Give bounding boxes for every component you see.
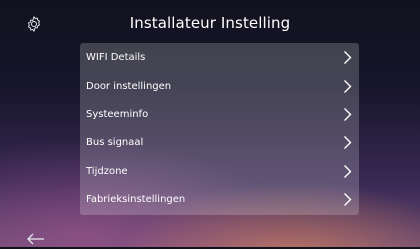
menu-item-label: Fabrieksinstellingen [86, 194, 186, 205]
menu-item-tijdzone[interactable]: Tijdzone [80, 157, 359, 186]
menu-item-label: Tijdzone [86, 166, 128, 177]
settings-menu: WIFI Details Door instellingen Systeemin… [80, 43, 359, 215]
menu-item-systeeminfo[interactable]: Systeeminfo [80, 100, 359, 129]
arrow-left-icon[interactable] [27, 230, 45, 245]
chevron-right-icon [343, 164, 352, 179]
chevron-right-icon [343, 192, 352, 207]
chevron-right-icon [343, 135, 352, 150]
chevron-right-icon [343, 107, 352, 122]
menu-item-label: Door instellingen [86, 81, 172, 92]
menu-item-wifi-details[interactable]: WIFI Details [80, 43, 359, 72]
menu-item-fabrieksinstellingen[interactable]: Fabrieksinstellingen [80, 185, 359, 214]
page-title: Installateur Instelling [129, 14, 291, 32]
menu-item-bus-signaal[interactable]: Bus signaal [80, 128, 359, 157]
menu-item-label: WIFI Details [86, 52, 146, 63]
chevron-right-icon [343, 50, 352, 65]
chevron-right-icon [343, 79, 352, 94]
menu-item-label: Bus signaal [86, 137, 144, 148]
menu-item-door-instellingen[interactable]: Door instellingen [80, 72, 359, 101]
menu-item-label: Systeeminfo [86, 109, 149, 120]
